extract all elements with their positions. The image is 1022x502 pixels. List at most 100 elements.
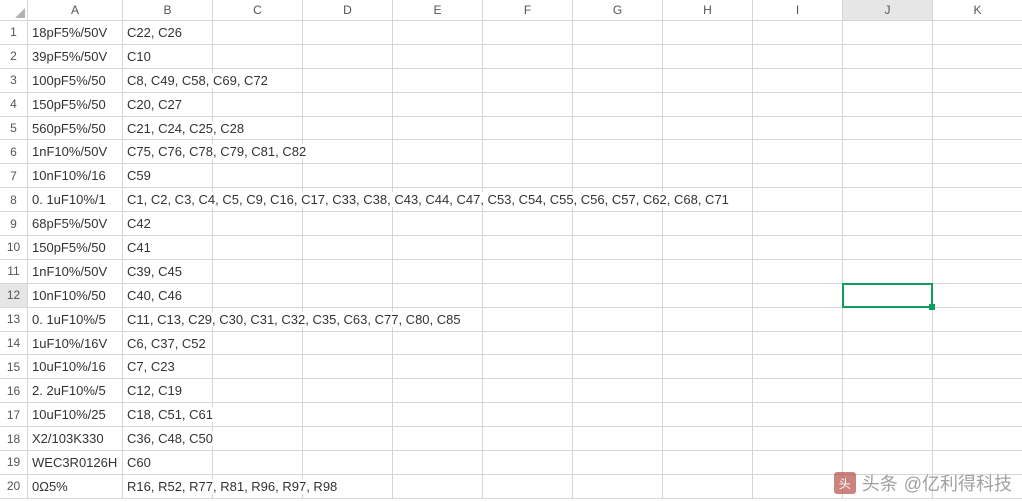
cell-A17[interactable]: 10uF10%/25 bbox=[28, 403, 123, 426]
cell-D1[interactable] bbox=[303, 21, 393, 44]
cell-D18[interactable] bbox=[303, 427, 393, 450]
cell-F3[interactable] bbox=[483, 69, 573, 92]
select-all-corner[interactable] bbox=[0, 0, 28, 20]
cell-I9[interactable] bbox=[753, 212, 843, 235]
cell-I6[interactable] bbox=[753, 140, 843, 163]
cell-I10[interactable] bbox=[753, 236, 843, 259]
row-header-17[interactable]: 17 bbox=[0, 403, 28, 426]
cell-D4[interactable] bbox=[303, 93, 393, 116]
cell-G13[interactable] bbox=[573, 308, 663, 331]
cell-B16[interactable]: C12, C19 bbox=[123, 379, 213, 402]
cell-E2[interactable] bbox=[393, 45, 483, 68]
cell-I7[interactable] bbox=[753, 164, 843, 187]
cell-H6[interactable] bbox=[663, 140, 753, 163]
cell-B1[interactable]: C22, C26 bbox=[123, 21, 213, 44]
cell-G4[interactable] bbox=[573, 93, 663, 116]
cell-K12[interactable] bbox=[933, 284, 1022, 307]
row-header-13[interactable]: 13 bbox=[0, 308, 28, 331]
cell-H14[interactable] bbox=[663, 332, 753, 355]
row-header-15[interactable]: 15 bbox=[0, 355, 28, 378]
cell-A14[interactable]: 1uF10%/16V bbox=[28, 332, 123, 355]
cell-B4[interactable]: C20, C27 bbox=[123, 93, 213, 116]
cell-E9[interactable] bbox=[393, 212, 483, 235]
cell-J6[interactable] bbox=[843, 140, 933, 163]
column-header-H[interactable]: H bbox=[663, 0, 753, 20]
cell-B19[interactable]: C60 bbox=[123, 451, 213, 474]
column-header-I[interactable]: I bbox=[753, 0, 843, 20]
cell-J2[interactable] bbox=[843, 45, 933, 68]
cell-F7[interactable] bbox=[483, 164, 573, 187]
cell-I19[interactable] bbox=[753, 451, 843, 474]
cell-J15[interactable] bbox=[843, 355, 933, 378]
cell-G3[interactable] bbox=[573, 69, 663, 92]
column-header-E[interactable]: E bbox=[393, 0, 483, 20]
cell-C14[interactable] bbox=[213, 332, 303, 355]
row-header-6[interactable]: 6 bbox=[0, 140, 28, 163]
cell-H13[interactable] bbox=[663, 308, 753, 331]
cell-J12[interactable] bbox=[843, 284, 933, 307]
cell-C18[interactable] bbox=[213, 427, 303, 450]
spreadsheet[interactable]: ABCDEFGHIJK118pF5%/50VC22, C26239pF5%/50… bbox=[0, 0, 1022, 502]
row-header-18[interactable]: 18 bbox=[0, 427, 28, 450]
cell-G1[interactable] bbox=[573, 21, 663, 44]
column-header-J[interactable]: J bbox=[843, 0, 933, 20]
column-header-D[interactable]: D bbox=[303, 0, 393, 20]
cell-H17[interactable] bbox=[663, 403, 753, 426]
cell-B20[interactable]: R16, R52, R77, R81, R96, R97, R98 bbox=[123, 475, 213, 498]
cell-A6[interactable]: 1nF10%/50V bbox=[28, 140, 123, 163]
row-header-12[interactable]: 12 bbox=[0, 284, 28, 307]
cell-B5[interactable]: C21, C24, C25, C28 bbox=[123, 117, 213, 140]
cell-K8[interactable] bbox=[933, 188, 1022, 211]
cell-G12[interactable] bbox=[573, 284, 663, 307]
cell-F11[interactable] bbox=[483, 260, 573, 283]
cell-E19[interactable] bbox=[393, 451, 483, 474]
cell-D17[interactable] bbox=[303, 403, 393, 426]
cell-B9[interactable]: C42 bbox=[123, 212, 213, 235]
row-header-14[interactable]: 14 bbox=[0, 332, 28, 355]
cell-G11[interactable] bbox=[573, 260, 663, 283]
cell-A3[interactable]: 100pF5%/50 bbox=[28, 69, 123, 92]
cell-K11[interactable] bbox=[933, 260, 1022, 283]
cell-C12[interactable] bbox=[213, 284, 303, 307]
cell-H3[interactable] bbox=[663, 69, 753, 92]
cell-E3[interactable] bbox=[393, 69, 483, 92]
cell-K13[interactable] bbox=[933, 308, 1022, 331]
cell-G14[interactable] bbox=[573, 332, 663, 355]
cell-D15[interactable] bbox=[303, 355, 393, 378]
row-header-19[interactable]: 19 bbox=[0, 451, 28, 474]
cell-B11[interactable]: C39, C45 bbox=[123, 260, 213, 283]
column-header-C[interactable]: C bbox=[213, 0, 303, 20]
cell-F16[interactable] bbox=[483, 379, 573, 402]
cell-H12[interactable] bbox=[663, 284, 753, 307]
cell-H16[interactable] bbox=[663, 379, 753, 402]
cell-E10[interactable] bbox=[393, 236, 483, 259]
cell-F4[interactable] bbox=[483, 93, 573, 116]
cell-K16[interactable] bbox=[933, 379, 1022, 402]
cell-C1[interactable] bbox=[213, 21, 303, 44]
cell-F18[interactable] bbox=[483, 427, 573, 450]
cell-H19[interactable] bbox=[663, 451, 753, 474]
row-header-16[interactable]: 16 bbox=[0, 379, 28, 402]
cell-G5[interactable] bbox=[573, 117, 663, 140]
cell-B10[interactable]: C41 bbox=[123, 236, 213, 259]
cell-E7[interactable] bbox=[393, 164, 483, 187]
cell-K18[interactable] bbox=[933, 427, 1022, 450]
cell-J8[interactable] bbox=[843, 188, 933, 211]
column-header-G[interactable]: G bbox=[573, 0, 663, 20]
cell-K2[interactable] bbox=[933, 45, 1022, 68]
cell-E11[interactable] bbox=[393, 260, 483, 283]
cell-I15[interactable] bbox=[753, 355, 843, 378]
cell-I3[interactable] bbox=[753, 69, 843, 92]
cell-G18[interactable] bbox=[573, 427, 663, 450]
cell-B14[interactable]: C6, C37, C52 bbox=[123, 332, 213, 355]
cell-G15[interactable] bbox=[573, 355, 663, 378]
cell-I12[interactable] bbox=[753, 284, 843, 307]
cell-G17[interactable] bbox=[573, 403, 663, 426]
cell-A11[interactable]: 1nF10%/50V bbox=[28, 260, 123, 283]
column-header-K[interactable]: K bbox=[933, 0, 1022, 20]
cell-J18[interactable] bbox=[843, 427, 933, 450]
cell-F15[interactable] bbox=[483, 355, 573, 378]
cell-K7[interactable] bbox=[933, 164, 1022, 187]
cell-E16[interactable] bbox=[393, 379, 483, 402]
cell-J9[interactable] bbox=[843, 212, 933, 235]
